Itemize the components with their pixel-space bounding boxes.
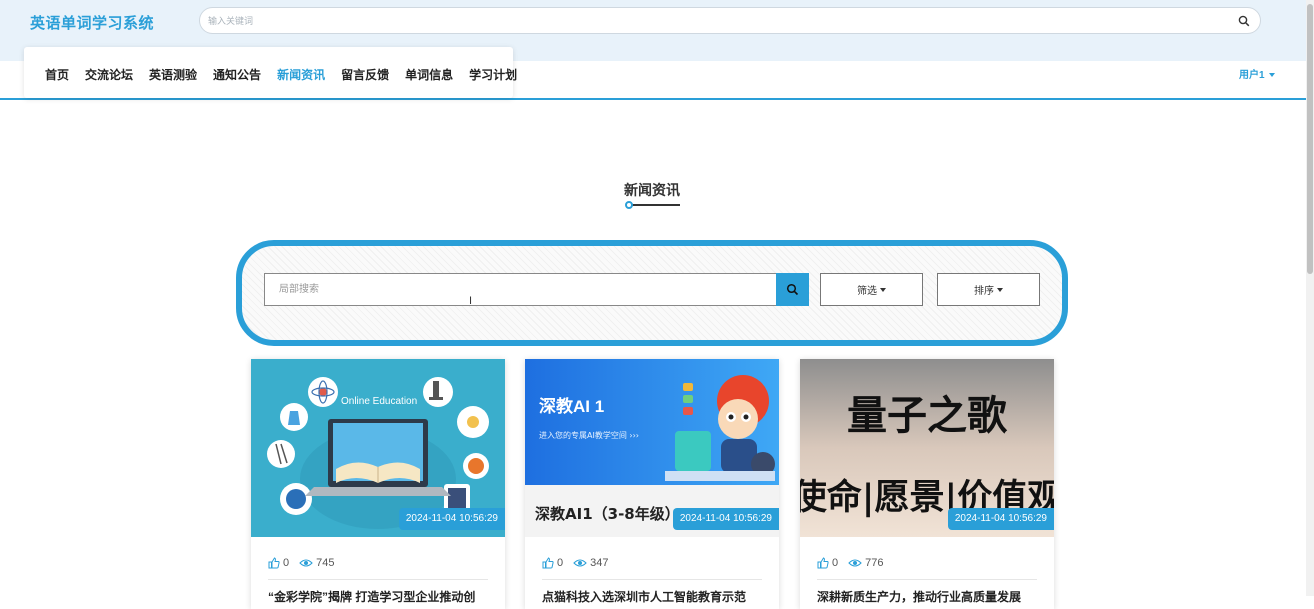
app-logo-title[interactable]: 英语单词学习系统 (30, 12, 154, 33)
nav-item-feedback[interactable]: 留言反馈 (341, 66, 389, 83)
page-title: 新闻资讯 (624, 182, 680, 198)
local-search-input[interactable] (265, 274, 776, 305)
news-title[interactable]: 深耕新质生产力，推动行业高质量发展 (817, 588, 1037, 605)
search-icon (786, 283, 799, 296)
news-card-image[interactable]: Online Education 2024-11-04 10:56:29 (251, 359, 505, 537)
eye-icon (573, 559, 587, 567)
scrollbar-thumb[interactable] (1307, 4, 1313, 274)
like-count: 0 (557, 557, 564, 569)
views: 776 (848, 557, 883, 569)
filter-dropdown[interactable]: 筛选 (820, 273, 923, 306)
nav-item-home[interactable]: 首页 (45, 66, 69, 83)
view-count: 776 (865, 557, 884, 569)
local-search-box (264, 273, 777, 306)
views: 745 (299, 557, 334, 569)
eye-icon (848, 559, 862, 567)
news-title[interactable]: “金彩学院”揭牌 打造学习型企业推动创 (268, 588, 488, 605)
sort-dropdown[interactable]: 排序 (937, 273, 1040, 306)
main-nav: 首页 交流论坛 英语测验 通知公告 新闻资讯 留言反馈 单词信息 学习计划 (45, 66, 533, 83)
card-divider (817, 579, 1037, 580)
card-stats: 0 347 (542, 557, 608, 569)
image-footer: 深教AI1（3-8年级） (535, 505, 680, 523)
image-caption: 深教AI 1 (539, 396, 604, 416)
news-card[interactable]: 量子之歌 使命|愿景|价值观 2024-11-04 10:56:29 0 776… (800, 359, 1054, 609)
user-menu[interactable]: 用户1 (1239, 66, 1275, 81)
image-caption: Online Education (341, 396, 417, 407)
like-count: 0 (832, 557, 839, 569)
news-card-image[interactable]: 量子之歌 使命|愿景|价值观 2024-11-04 10:56:29 (800, 359, 1054, 537)
nav-item-forum[interactable]: 交流论坛 (85, 66, 133, 83)
date-badge: 2024-11-04 10:56:29 (398, 508, 505, 530)
thumbs-up-icon (817, 557, 829, 569)
filter-label: 筛选 (857, 286, 877, 297)
card-stats: 0 776 (817, 557, 883, 569)
thumbs-up-icon (542, 557, 554, 569)
card-divider (542, 579, 762, 580)
nav-item-news[interactable]: 新闻资讯 (277, 66, 325, 83)
date-badge: 2024-11-04 10:56:29 (672, 508, 779, 530)
sort-label: 排序 (974, 286, 994, 297)
nav-item-plan[interactable]: 学习计划 (469, 66, 517, 83)
title-underline (627, 204, 680, 206)
news-card-image[interactable]: 深教AI 1 进入您的专属AI教学空间 ››› 深教AI1（3-8年级） 202… (525, 359, 779, 537)
views: 347 (573, 557, 608, 569)
image-headline: 量子之歌 (847, 392, 1008, 439)
search-icon[interactable] (1238, 14, 1252, 28)
title-dot (625, 201, 633, 209)
global-search-input[interactable] (208, 12, 1218, 30)
global-search-box (199, 7, 1261, 34)
image-subcaption: 进入您的专属AI教学空间 ››› (539, 430, 639, 440)
chevron-down-icon (880, 287, 886, 292)
thumbs-up-icon (268, 557, 280, 569)
nav-item-notices[interactable]: 通知公告 (213, 66, 261, 83)
page-scrollbar[interactable] (1306, 0, 1314, 596)
local-search-button[interactable] (776, 273, 809, 306)
card-stats: 0 745 (268, 557, 334, 569)
view-count: 347 (590, 557, 609, 569)
news-card[interactable]: 深教AI 1 进入您的专属AI教学空间 ››› 深教AI1（3-8年级） 202… (525, 359, 779, 609)
nav-item-quiz[interactable]: 英语测验 (149, 66, 197, 83)
like-count: 0 (283, 557, 290, 569)
text-cursor-icon: I (469, 295, 473, 307)
card-divider (268, 579, 488, 580)
user-name: 用户1 (1239, 70, 1265, 81)
chevron-down-icon (1268, 73, 1275, 78)
eye-icon (299, 559, 313, 567)
news-title[interactable]: 点猫科技入选深圳市人工智能教育示范 (542, 588, 762, 605)
date-badge: 2024-11-04 10:56:29 (947, 508, 1054, 530)
nav-item-words[interactable]: 单词信息 (405, 66, 453, 83)
view-count: 745 (316, 557, 335, 569)
chevron-down-icon (997, 287, 1003, 292)
news-card[interactable]: Online Education 2024-11-04 10:56:29 0 7… (251, 359, 505, 609)
